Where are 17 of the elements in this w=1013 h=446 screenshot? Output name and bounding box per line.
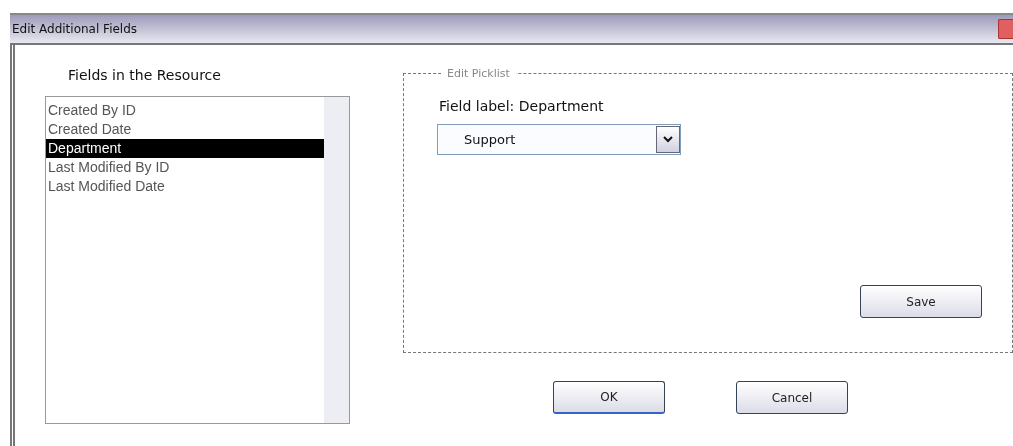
list-item[interactable]: Last Modified Date — [46, 177, 324, 196]
fields-listbox[interactable]: Created By ID Created Date Department Last Modified By ID Last Modified Date — [45, 96, 350, 424]
save-button[interactable]: Save — [860, 285, 982, 318]
window-title: Edit Additional Fields — [11, 22, 138, 36]
field-label: Field label: Department — [439, 98, 605, 114]
group-legend: Edit Picklist — [441, 67, 516, 80]
list-heading: Fields in the Resource — [68, 67, 222, 85]
cancel-button[interactable]: Cancel — [736, 381, 848, 414]
list-item[interactable]: Created Date — [46, 120, 324, 139]
picklist-dropdown[interactable]: Support — [437, 124, 681, 155]
ok-button[interactable]: OK — [553, 381, 665, 414]
close-icon[interactable] — [998, 19, 1013, 39]
list-item[interactable]: Created By ID — [46, 101, 324, 120]
list-item[interactable]: Last Modified By ID — [46, 158, 324, 177]
chevron-down-icon — [663, 136, 673, 143]
list-item[interactable]: Department — [46, 139, 324, 158]
scrollbar[interactable] — [324, 97, 349, 423]
